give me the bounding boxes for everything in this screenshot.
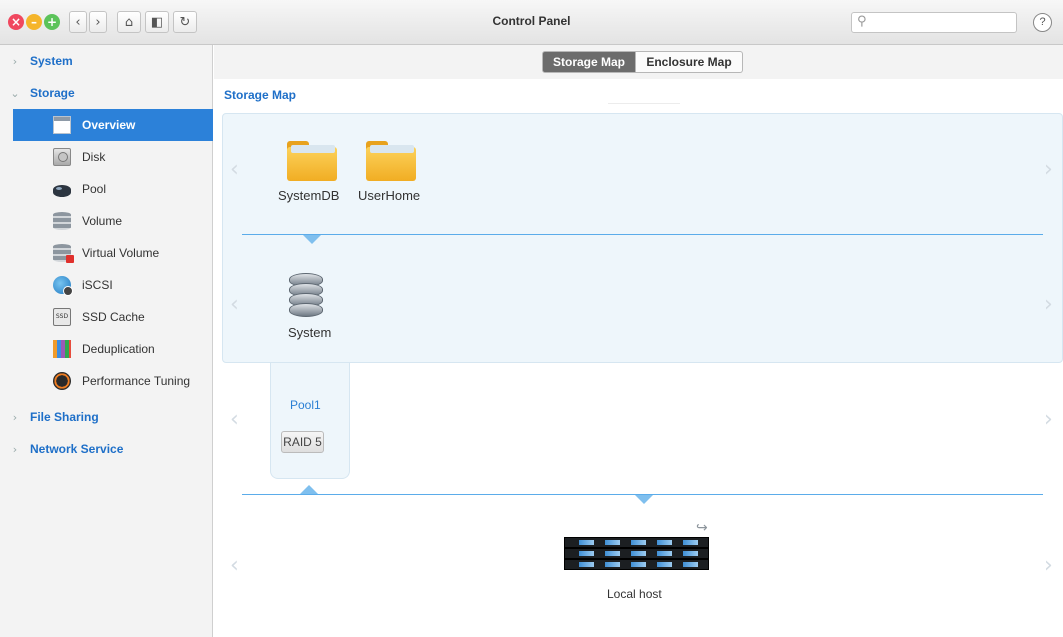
sidebar-item-label: iSCSI bbox=[82, 278, 113, 292]
help-icon[interactable]: ? bbox=[1033, 13, 1052, 32]
search-box[interactable]: ⚲ bbox=[851, 12, 1017, 33]
sidebar-item-volume[interactable]: Volume bbox=[13, 205, 213, 237]
connector-line bbox=[242, 234, 1043, 235]
refresh-button[interactable]: ↻ bbox=[173, 11, 197, 33]
chevron-left-icon: ‹ bbox=[75, 14, 81, 30]
sidebar-item-label: Performance Tuning bbox=[82, 374, 191, 388]
toggle-sidebar-button[interactable]: ◧ bbox=[145, 11, 169, 33]
deduplication-icon bbox=[53, 340, 71, 358]
redirect-icon[interactable]: ↪ bbox=[696, 520, 708, 536]
database-icon[interactable] bbox=[289, 273, 323, 317]
folder-icon[interactable] bbox=[366, 141, 416, 181]
shares-volumes-panel bbox=[222, 113, 1063, 363]
title-bar: × – + ‹ › ⌂ ◧ ↻ Control Panel ⚲ ? bbox=[0, 0, 1063, 45]
chevron-down-icon: ⌄ bbox=[10, 86, 20, 100]
virtual-volume-icon bbox=[53, 244, 74, 263]
overview-icon bbox=[53, 116, 71, 134]
share-label[interactable]: SystemDB bbox=[278, 188, 339, 203]
sidebar-item-label: Pool bbox=[82, 182, 107, 196]
forward-button[interactable]: › bbox=[89, 11, 107, 33]
volume-icon bbox=[53, 212, 71, 230]
host-label[interactable]: Local host bbox=[607, 587, 662, 601]
connector-arrow-icon bbox=[300, 485, 318, 494]
pool-name[interactable]: Pool1 bbox=[290, 398, 321, 412]
sidebar-section-label: System bbox=[30, 54, 73, 68]
sidebar: › System ⌄ Storage Overview Disk Pool Vo… bbox=[0, 45, 213, 637]
iscsi-icon bbox=[53, 276, 73, 296]
volume-label[interactable]: System bbox=[288, 325, 331, 340]
sidebar-item-deduplication[interactable]: Deduplication bbox=[13, 333, 213, 365]
sidebar-item-performance-tuning[interactable]: Performance Tuning bbox=[13, 365, 213, 397]
sidebar-section-label: File Sharing bbox=[30, 410, 99, 424]
search-icon: ⚲ bbox=[857, 14, 867, 29]
home-icon: ⌂ bbox=[124, 14, 134, 30]
chevron-right-icon: › bbox=[95, 14, 101, 30]
sidebar-item-label: Overview bbox=[82, 118, 136, 132]
disk-icon bbox=[53, 148, 71, 166]
sidebar-item-label: SSD Cache bbox=[82, 310, 145, 324]
scroll-left-icon[interactable]: ‹ bbox=[230, 157, 239, 182]
close-icon[interactable]: × bbox=[8, 14, 24, 30]
sidebar-item-iscsi[interactable]: iSCSI bbox=[13, 269, 213, 301]
connector-arrow-icon bbox=[303, 235, 321, 244]
section-title: Storage Map bbox=[224, 88, 297, 102]
tab-enclosure-map[interactable]: Enclosure Map bbox=[636, 51, 743, 73]
tab-storage-map[interactable]: Storage Map bbox=[542, 51, 636, 73]
sidebar-item-ssd-cache[interactable]: SSD SSD Cache bbox=[13, 301, 213, 333]
scroll-right-icon[interactable]: › bbox=[1044, 292, 1053, 317]
divider bbox=[608, 103, 680, 104]
chevron-right-icon: › bbox=[12, 442, 18, 456]
scroll-right-icon[interactable]: › bbox=[1044, 407, 1053, 432]
refresh-icon: ↻ bbox=[179, 14, 191, 30]
scroll-left-icon[interactable]: ‹ bbox=[230, 292, 239, 317]
sidebar-section-storage[interactable]: ⌄ Storage bbox=[0, 78, 213, 108]
maximize-icon[interactable]: + bbox=[44, 14, 60, 30]
connector-arrow-icon bbox=[635, 495, 653, 504]
tab-bar: Storage Map Enclosure Map bbox=[214, 45, 1063, 79]
scroll-left-icon[interactable]: ‹ bbox=[230, 553, 239, 578]
sidebar-item-virtual-volume[interactable]: Virtual Volume bbox=[13, 237, 213, 269]
minimize-icon[interactable]: – bbox=[26, 14, 42, 30]
performance-tuning-icon bbox=[53, 372, 71, 390]
home-button[interactable]: ⌂ bbox=[117, 11, 141, 33]
sidebar-section-network-service[interactable]: › Network Service bbox=[0, 434, 213, 464]
main-content: Storage Map Enclosure Map Storage Map ‹ … bbox=[214, 45, 1063, 637]
pool-icon bbox=[53, 184, 71, 197]
sidebar-section-label: Network Service bbox=[30, 442, 124, 456]
sidebar-item-pool[interactable]: Pool bbox=[13, 173, 213, 205]
scroll-right-icon[interactable]: › bbox=[1044, 157, 1053, 182]
chevron-right-icon: › bbox=[12, 410, 18, 424]
scroll-left-icon[interactable]: ‹ bbox=[230, 407, 239, 432]
back-button[interactable]: ‹ bbox=[69, 11, 87, 33]
sidebar-item-disk[interactable]: Disk bbox=[13, 141, 213, 173]
sidebar-item-label: Deduplication bbox=[82, 342, 155, 356]
sidebar-icon: ◧ bbox=[150, 14, 164, 30]
chevron-right-icon: › bbox=[12, 54, 18, 68]
share-label[interactable]: UserHome bbox=[358, 188, 420, 203]
sidebar-item-label: Virtual Volume bbox=[82, 246, 160, 260]
sidebar-section-file-sharing[interactable]: › File Sharing bbox=[0, 402, 213, 432]
sidebar-section-label: Storage bbox=[30, 86, 75, 100]
sidebar-section-system[interactable]: › System bbox=[0, 46, 213, 76]
pool-panel bbox=[270, 363, 350, 479]
search-input[interactable] bbox=[872, 14, 1012, 31]
folder-icon[interactable] bbox=[287, 141, 337, 181]
sidebar-item-label: Volume bbox=[82, 214, 123, 228]
raid-badge: RAID 5 bbox=[281, 431, 324, 453]
ssd-cache-icon: SSD bbox=[53, 308, 71, 326]
scroll-right-icon[interactable]: › bbox=[1044, 553, 1053, 578]
server-icon[interactable] bbox=[564, 537, 709, 571]
sidebar-item-overview[interactable]: Overview bbox=[13, 109, 213, 141]
sidebar-item-label: Disk bbox=[82, 150, 106, 164]
